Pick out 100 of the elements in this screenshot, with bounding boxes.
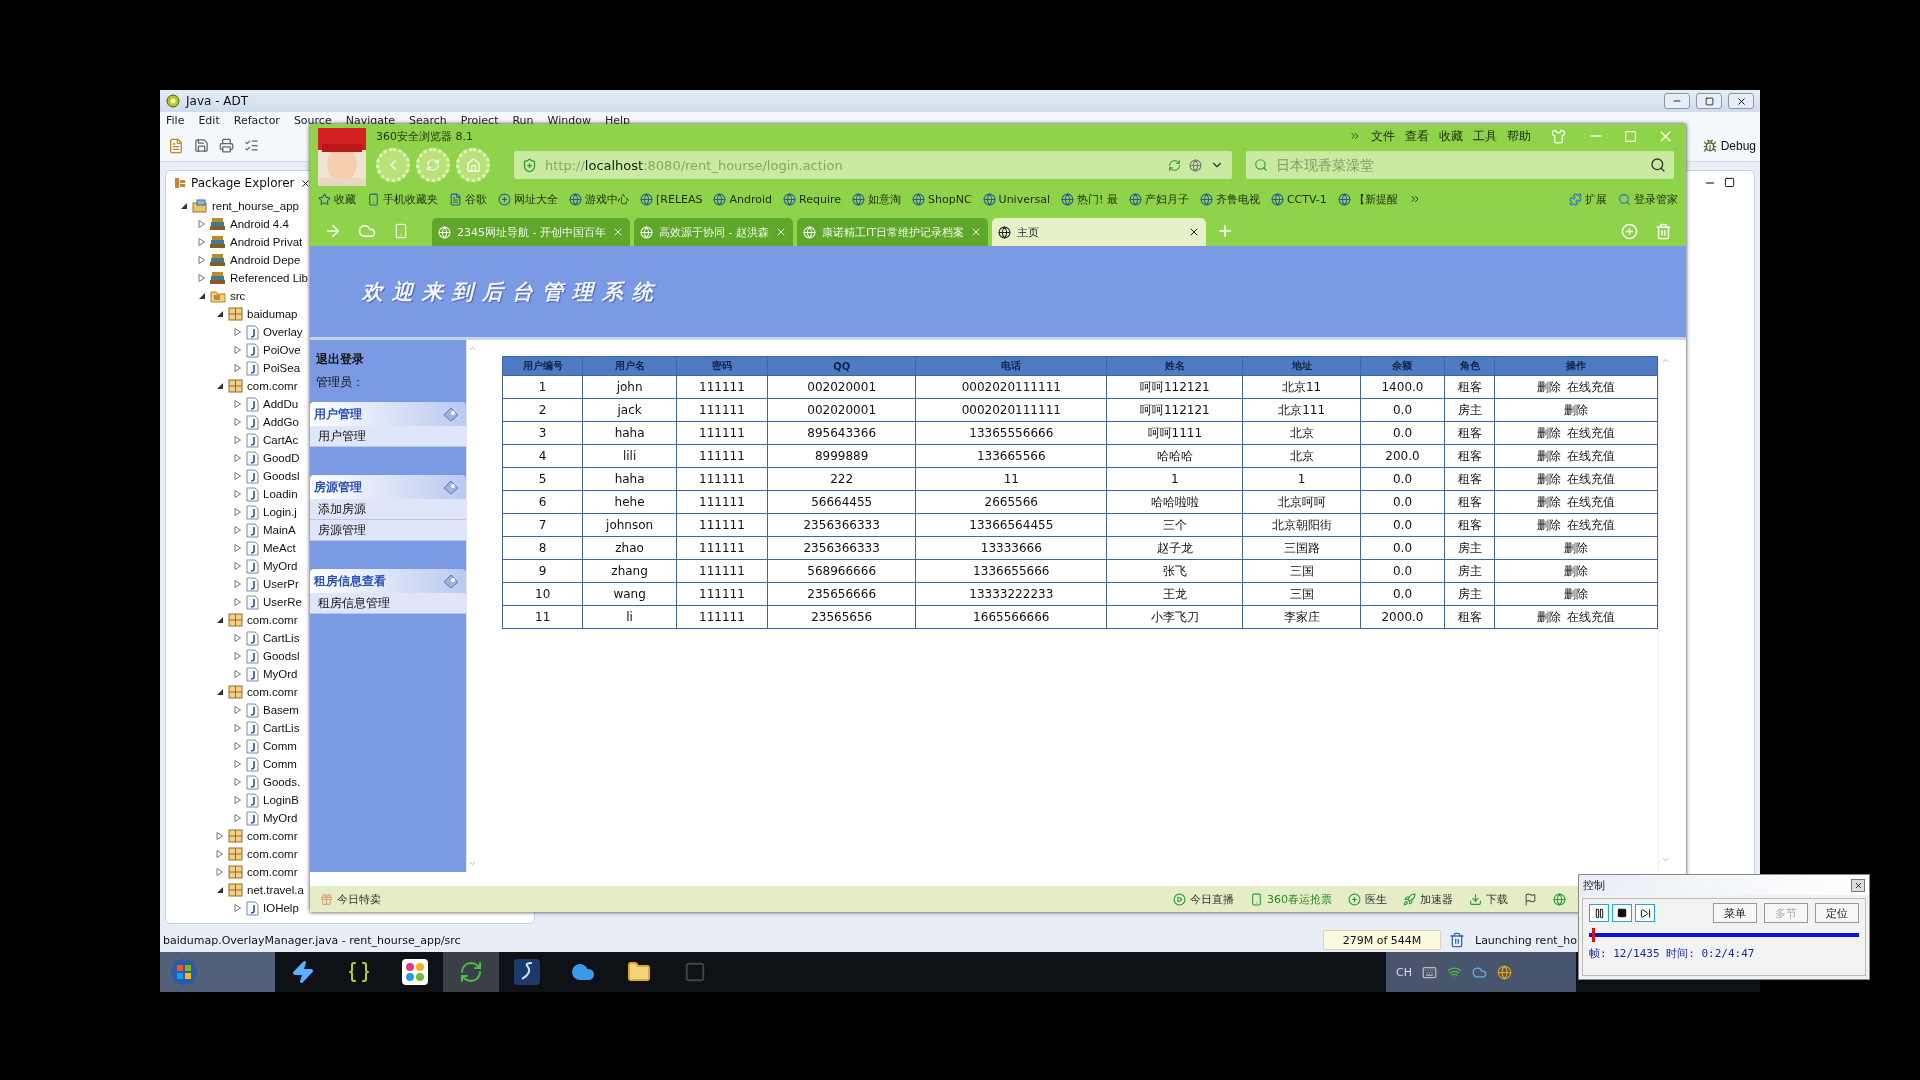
tree-item[interactable]: AddDu (263, 398, 299, 410)
action-link[interactable]: 删除 (1564, 540, 1589, 555)
tree-item[interactable]: com.comr (247, 686, 298, 698)
tree-item[interactable]: baidumap (247, 308, 298, 320)
menu-item[interactable]: Window (547, 115, 591, 127)
bookmark-link[interactable]: 热门! 最 (1061, 191, 1118, 207)
tree-item[interactable]: MyOrd (263, 560, 298, 572)
action-link[interactable]: 删除 (1537, 471, 1562, 486)
tree-item[interactable]: com.comr (247, 830, 298, 842)
tree-item[interactable]: AddGo (263, 416, 299, 428)
bookmark-link[interactable]: 网址大全 (498, 191, 558, 207)
menu-item[interactable]: Refactor (233, 115, 280, 127)
menu-item[interactable]: Project (460, 115, 499, 127)
action-link[interactable]: 在线充值 (1567, 448, 1616, 463)
recorder-button[interactable]: 菜单 (1713, 903, 1757, 923)
tree-item[interactable]: LoginB (263, 794, 299, 806)
action-link[interactable]: 删除 (1537, 517, 1562, 532)
toolbar-link[interactable]: 扩展 (1569, 191, 1607, 207)
menu-item[interactable]: Help (604, 115, 630, 127)
action-link[interactable]: 删除 (1537, 494, 1562, 509)
action-link[interactable]: 在线充值 (1567, 425, 1616, 440)
action-link[interactable]: 删除 (1537, 425, 1562, 440)
tree-item[interactable]: MainA (263, 524, 296, 536)
tree-item[interactable]: MeAct (263, 542, 296, 554)
logout-link[interactable]: 退出登录 (310, 348, 467, 371)
menu-item[interactable]: Edit (198, 115, 220, 127)
tree-item[interactable]: UserPr (263, 578, 299, 590)
tree-item[interactable]: PoiOve (263, 344, 301, 356)
tree-item[interactable]: com.comr (247, 866, 298, 878)
action-link[interactable]: 删除 (1537, 379, 1562, 394)
tree-item[interactable]: GoodD (263, 452, 300, 464)
action-link[interactable]: 删除 (1537, 448, 1562, 463)
menu-item[interactable]: 查看 (1405, 127, 1429, 145)
sidebar-item[interactable]: 房源管理 (310, 520, 467, 541)
tree-item[interactable]: Android 4.4 (230, 218, 289, 230)
panel-title[interactable]: Package Explorer (191, 176, 295, 190)
tree-item[interactable]: PoiSea (263, 362, 301, 374)
bookmark-link[interactable]: 收藏 (318, 191, 356, 207)
action-link[interactable]: 在线充值 (1567, 609, 1616, 624)
language-indicator[interactable]: CH (1396, 965, 1412, 979)
bottom-link[interactable]: 今日直播 (1173, 891, 1234, 907)
tree-item[interactable]: Comm (263, 758, 297, 770)
perspective-button[interactable]: Debug (1700, 136, 1758, 155)
bookmark-link[interactable]: CCTV-1 (1270, 192, 1327, 206)
action-link[interactable]: 删除 (1564, 563, 1589, 578)
action-link[interactable]: 删除 (1564, 402, 1589, 417)
browser-tab[interactable]: 主页 (991, 218, 1206, 246)
tree-item[interactable]: com.comr (247, 380, 298, 392)
address-field[interactable]: http://localhost:8080/rent_hourse/login.action (514, 151, 1232, 179)
bookmark-link[interactable]: ShopNC (912, 192, 972, 206)
tree-item[interactable]: Goodsl (263, 470, 300, 482)
bookmark-link[interactable]: Require (783, 192, 841, 206)
tree-item[interactable]: Goodsl (263, 650, 300, 662)
sidebar-item[interactable]: 添加房源 (310, 499, 467, 520)
action-link[interactable]: 删除 (1564, 586, 1589, 601)
bookmark-link[interactable]: [RELEAS (640, 192, 703, 206)
tree-item[interactable]: Login.j (263, 506, 297, 518)
sidebar-item[interactable]: 用户管理 (310, 426, 467, 447)
action-link[interactable]: 删除 (1537, 609, 1562, 624)
menu-group-header[interactable]: 用户管理 (310, 402, 467, 426)
tree-item[interactable]: com.comr (247, 848, 298, 860)
tree-item[interactable]: com.comr (247, 614, 298, 626)
menu-item[interactable]: Source (293, 115, 332, 127)
tree-item[interactable]: src (230, 290, 246, 302)
menu-item[interactable]: Navigate (345, 115, 395, 127)
tree-item[interactable]: CartLis (263, 632, 300, 644)
tree-item[interactable]: rent_hourse_app (212, 200, 299, 212)
search-field[interactable]: 日本现香菜澡堂 (1246, 151, 1674, 179)
menu-item[interactable]: Run (512, 115, 534, 127)
tree-item[interactable]: Android Depe (230, 254, 301, 266)
menu-item[interactable]: 工具 (1473, 127, 1497, 145)
bookmark-link[interactable]: 齐鲁电视 (1199, 191, 1260, 207)
bottom-link[interactable]: 360春运抢票 (1250, 891, 1332, 907)
bookmark-link[interactable]: 产妇月子 (1128, 191, 1189, 207)
bookmark-link[interactable]: Universal (982, 192, 1050, 206)
bookmark-link[interactable]: 谷歌 (449, 191, 487, 207)
toolbar-link[interactable]: 登录管家 (1618, 191, 1678, 207)
menu-group-header[interactable]: 房源管理 (310, 475, 467, 499)
menu-item[interactable]: 文件 (1371, 127, 1395, 145)
bookmark-link[interactable]: 游戏中心 (569, 191, 629, 207)
menu-group-header[interactable]: 租房信息查看 (310, 569, 467, 593)
recorder-button[interactable]: 定位 (1815, 903, 1859, 923)
tree-item[interactable]: Basem (263, 704, 299, 716)
action-link[interactable]: 在线充值 (1567, 379, 1616, 394)
tree-item[interactable]: Referenced Lib (230, 272, 308, 284)
tree-item[interactable]: MyOrd (263, 812, 298, 824)
tree-item[interactable]: CartLis (263, 722, 300, 734)
bookmark-link[interactable]: Android (713, 192, 772, 206)
tree-item[interactable]: MyOrd (263, 668, 298, 680)
menu-item[interactable]: 帮助 (1507, 127, 1531, 145)
tree-item[interactable]: net.travel.a (247, 884, 304, 896)
tree-item[interactable]: Goods. (263, 776, 301, 788)
bottom-link[interactable]: 下载 (1469, 891, 1508, 907)
menu-item[interactable]: File (166, 115, 185, 127)
tree-item[interactable]: CartAc (263, 434, 299, 446)
sale-link[interactable]: 今日特卖 (320, 891, 381, 907)
bookmark-link[interactable]: 【新提醒 (1337, 191, 1398, 207)
sidebar-item[interactable]: 租房信息管理 (310, 593, 467, 614)
tree-item[interactable]: Loadin (263, 488, 298, 500)
action-link[interactable]: 在线充值 (1567, 494, 1616, 509)
